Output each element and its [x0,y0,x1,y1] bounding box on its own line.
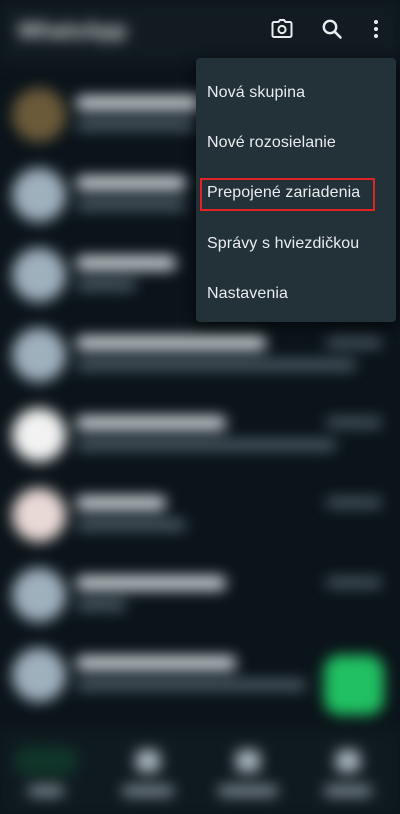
chat-name [76,176,186,190]
chat-preview [76,200,186,210]
communities-icon[interactable] [236,750,260,772]
tab-label [324,786,372,796]
chat-name [76,416,226,430]
chat-preview [76,360,356,370]
calls-icon[interactable] [336,750,360,772]
chat-list-item[interactable] [0,396,400,476]
menu-item-label: Nastavenia [207,285,289,302]
avatar [12,488,66,542]
avatar [12,88,66,142]
chat-name [76,96,206,110]
tab-label [122,786,174,796]
menu-item-label: Prepojené zariadenia [207,184,361,201]
menu-item-settings[interactable]: Nastavenia [196,272,396,316]
chat-name [76,576,226,590]
avatar [12,568,66,622]
avatar [12,328,66,382]
chat-name [76,496,166,510]
chat-time [326,578,382,587]
chat-time [326,338,382,347]
menu-item-linked-devices[interactable]: Prepojené zariadenia [196,171,396,215]
chat-preview [76,680,306,690]
chat-name [76,336,266,350]
menu-item-label: Správy s hviezdičkou [207,235,360,252]
menu-item-label: Nové rozosielanie [207,134,336,151]
chat-list-item[interactable] [0,316,400,396]
chat-time [326,418,382,427]
avatar [12,408,66,462]
search-icon[interactable] [318,15,346,43]
bottom-navigation [0,730,400,814]
avatar [12,248,66,302]
chat-list-item[interactable] [0,476,400,556]
chat-preview [76,120,196,130]
tab-chats[interactable] [14,746,78,776]
chat-time [326,498,382,507]
avatar [12,648,66,702]
chat-preview [76,440,336,450]
chat-preview [76,520,186,530]
menu-item-new-broadcast[interactable]: Nové rozosielanie [196,121,396,165]
chat-list-item[interactable] [0,556,400,636]
app-screen: WhatsApp Nová skupina Nové rozosielanie … [0,0,400,814]
tab-label [218,786,278,796]
menu-item-new-group[interactable]: Nová skupina [196,71,396,115]
camera-icon[interactable] [268,15,296,43]
tab-label [28,786,64,796]
chat-name [76,256,176,270]
menu-item-starred-messages[interactable]: Správy s hviezdičkou [196,222,396,266]
chat-name [76,656,236,670]
updates-icon[interactable] [136,750,160,772]
new-chat-button[interactable] [324,655,384,715]
avatar [12,168,66,222]
overflow-menu: Nová skupina Nové rozosielanie Prepojené… [196,58,396,322]
chat-preview [76,280,136,290]
app-title: WhatsApp [18,18,127,43]
chat-preview [76,600,126,610]
more-options-icon[interactable] [362,15,390,43]
menu-item-label: Nová skupina [207,84,306,101]
